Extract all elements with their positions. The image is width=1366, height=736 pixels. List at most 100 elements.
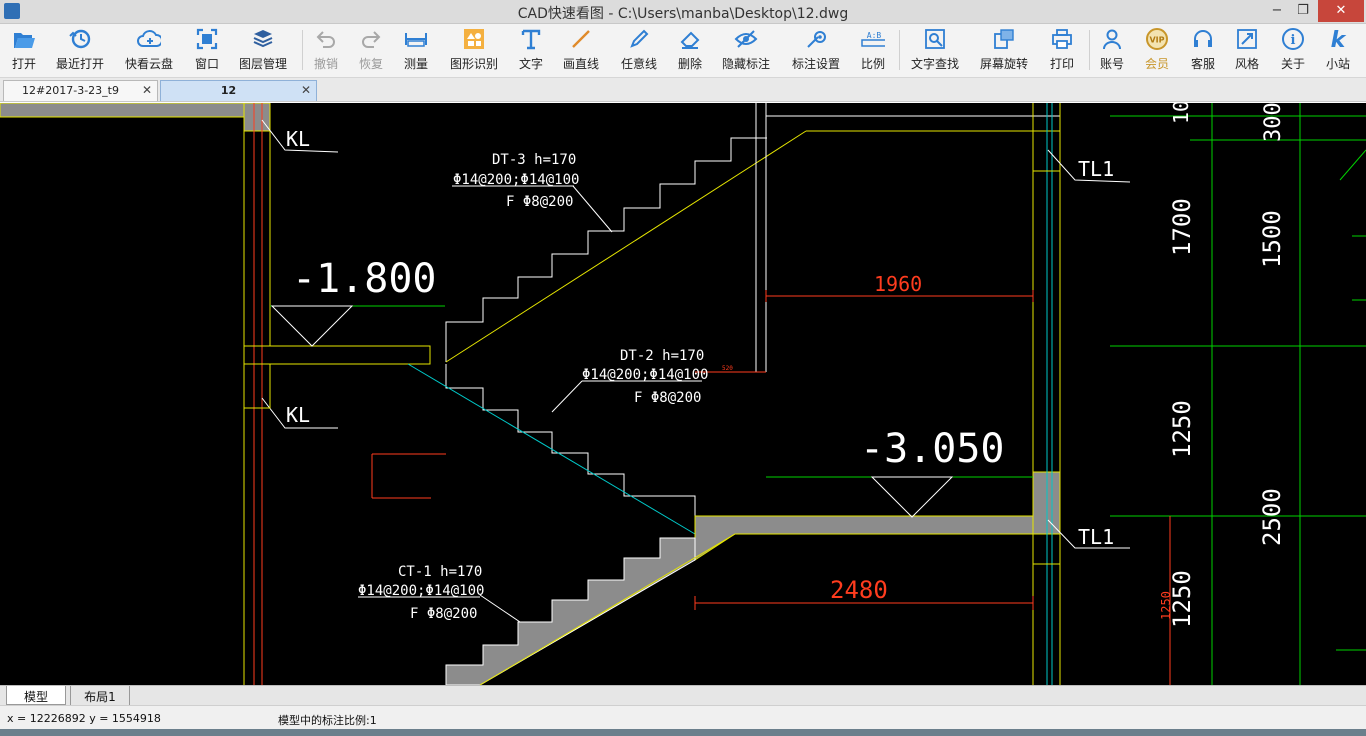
dimension-300: 300 <box>1261 103 1286 142</box>
info-icon: i <box>1281 27 1305 51</box>
draw-line-button[interactable]: 画直线 <box>561 27 601 75</box>
dimension-1960: 1960 <box>874 272 922 296</box>
text-icon <box>519 27 543 51</box>
freehand-line-button[interactable]: 任意线 <box>619 27 659 75</box>
dt2-distribution: F Φ8@200 <box>634 390 701 406</box>
window-icon <box>195 27 219 51</box>
eraser-icon <box>678 27 702 51</box>
undo-icon <box>314 27 338 51</box>
pen-icon <box>627 27 651 51</box>
toolbar-separator <box>899 30 900 70</box>
dimension-1250-red: 1250 <box>1159 591 1173 620</box>
shape-recognition-button[interactable]: 图形识别 <box>448 27 500 75</box>
dimension-1700: 1700 <box>1168 198 1196 256</box>
info-icon-text: i <box>1291 33 1296 48</box>
close-tab-icon[interactable]: ✕ <box>301 83 311 97</box>
toolbar-separator <box>302 30 303 70</box>
doc-tab-label: 12 <box>220 84 237 97</box>
kl-beam-top <box>243 103 271 132</box>
dimension-2500: 2500 <box>1258 488 1286 546</box>
ct1-title: CT-1 h=170 <box>398 564 482 580</box>
cloud-icon <box>137 27 161 51</box>
tl1-label-bottom: TL1 <box>1078 525 1114 549</box>
window-button[interactable]: 窗口 <box>192 27 222 75</box>
measure-button[interactable]: 测量 <box>401 27 431 75</box>
folder-open-icon <box>12 27 36 51</box>
scale-icon-text: A:B <box>867 31 882 40</box>
vip-button[interactable]: VIP 会员 <box>1142 27 1172 75</box>
os-taskbar <box>0 729 1366 736</box>
tab-model[interactable]: 模型 <box>6 686 66 705</box>
annotation-settings-icon <box>804 27 828 51</box>
cloud-drive-button[interactable]: 快看云盘 <box>123 27 175 75</box>
cad-drawing: KL KL TL1 TL1 -1.800 -3.050 DT-3 h=170 Φ… <box>0 103 1366 685</box>
shape-recognize-icon <box>462 27 486 51</box>
kl-label-top: KL <box>286 127 310 151</box>
text-search-button[interactable]: 文字查找 <box>909 27 961 75</box>
delete-button[interactable]: 删除 <box>675 27 705 75</box>
close-icon[interactable]: ✕ <box>1318 0 1364 22</box>
account-button[interactable]: 账号 <box>1097 27 1127 75</box>
dimension-2480: 2480 <box>830 576 888 604</box>
doc-tab-12[interactable]: 12 ✕ <box>160 80 317 101</box>
minimize-icon[interactable]: − <box>1264 0 1290 22</box>
rotate-screen-icon <box>992 27 1016 51</box>
dimension-1250-a: 1250 <box>1168 400 1196 458</box>
status-bar: x = 12226892 y = 1554918 模型中的标注比例:1 <box>0 705 1366 729</box>
site-logo-icon-text: k <box>1331 28 1347 51</box>
drawing-canvas[interactable]: KL KL TL1 TL1 -1.800 -3.050 DT-3 h=170 Φ… <box>0 103 1366 685</box>
style-button[interactable]: 风格 <box>1232 27 1262 75</box>
dt3-title: DT-3 h=170 <box>492 152 576 168</box>
restore-icon[interactable]: ❐ <box>1290 0 1316 22</box>
annotation-settings-button[interactable]: 标注设置 <box>790 27 842 75</box>
customer-service-button[interactable]: 客服 <box>1188 27 1218 75</box>
ruler-icon <box>404 27 428 51</box>
toolbar-separator <box>1089 30 1090 70</box>
style-icon <box>1235 27 1259 51</box>
scale-icon: A:B <box>861 27 885 51</box>
rotate-screen-button[interactable]: 屏幕旋转 <box>978 27 1030 75</box>
undo-button[interactable]: 撤销 <box>311 27 341 75</box>
lower-landing-slab <box>694 515 1034 561</box>
recent-open-button[interactable]: 最近打开 <box>54 27 106 75</box>
main-toolbar: 打开 最近打开 快看云盘 窗口 图层管理 撤销 恢复 测量 图形识别 文字 画直… <box>0 24 1366 78</box>
dt3-rebar: Φ14@200;Φ14@100 <box>453 172 579 188</box>
vip-icon-text: VIP <box>1149 36 1164 45</box>
headset-icon <box>1191 27 1215 51</box>
open-button[interactable]: 打开 <box>9 27 39 75</box>
eye-hide-icon <box>734 27 758 51</box>
hide-annotation-button[interactable]: 隐藏标注 <box>720 27 772 75</box>
redo-icon <box>359 27 383 51</box>
cursor-coordinates: x = 12226892 y = 1554918 <box>7 712 161 725</box>
line-icon <box>569 27 593 51</box>
tl1-label-top: TL1 <box>1078 157 1114 181</box>
window-title: CAD快速看图 - C:\Users\manba\Desktop\12.dwg <box>517 6 849 22</box>
layer-management-button[interactable]: 图层管理 <box>237 27 289 75</box>
level-mark-upper: -1.800 <box>292 256 437 302</box>
layers-icon <box>251 27 275 51</box>
ct1-flight <box>445 537 696 685</box>
history-icon <box>68 27 92 51</box>
vip-icon: VIP <box>1145 27 1169 51</box>
dimension-10: 10 <box>1169 103 1193 124</box>
mini-site-button[interactable]: k 小站 <box>1323 27 1353 75</box>
text-button[interactable]: 文字 <box>516 27 546 75</box>
dt3-distribution: F Φ8@200 <box>506 194 573 210</box>
printer-icon <box>1050 27 1074 51</box>
top-beam <box>0 103 271 118</box>
doc-tab-12-2017[interactable]: 12#2017-3-23_t9 ✕ <box>3 80 158 101</box>
redo-button[interactable]: 恢复 <box>356 27 386 75</box>
dt2-title: DT-2 h=170 <box>620 348 704 364</box>
tab-layout1[interactable]: 布局1 <box>70 686 130 705</box>
ct1-rebar: Φ14@200;Φ14@100 <box>358 583 484 599</box>
about-button[interactable]: i 关于 <box>1278 27 1308 75</box>
user-icon <box>1100 27 1124 51</box>
print-button[interactable]: 打印 <box>1047 27 1077 75</box>
scale-button[interactable]: A:B 比例 <box>858 27 888 75</box>
kl-label-mid: KL <box>286 403 310 427</box>
ct1-distribution: F Φ8@200 <box>410 606 477 622</box>
dimension-1500: 1500 <box>1258 210 1286 268</box>
doc-tab-label: 12#2017-3-23_t9 <box>22 84 119 97</box>
text-search-icon <box>923 27 947 51</box>
close-tab-icon[interactable]: ✕ <box>142 83 152 97</box>
